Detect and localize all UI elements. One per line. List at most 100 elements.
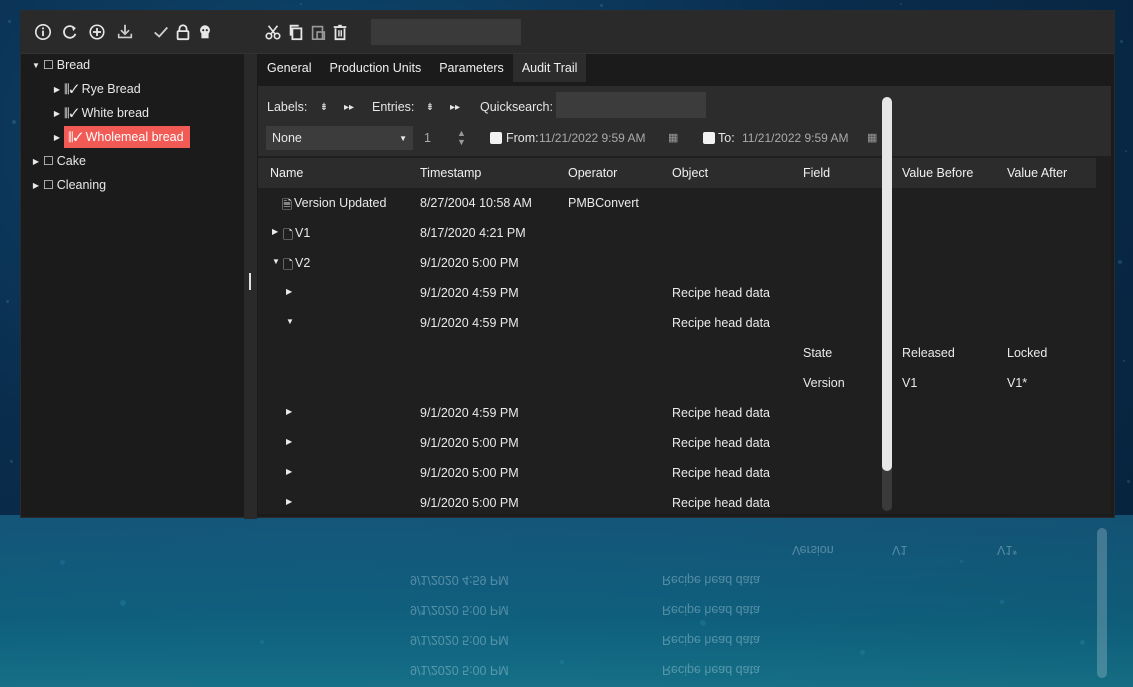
lock-icon[interactable] xyxy=(171,20,195,44)
table-row[interactable]: ▶ 9/1/2020 5:00 PM Recipe head data xyxy=(258,488,1096,514)
cut-icon[interactable] xyxy=(261,20,285,44)
expanded-caret-icon[interactable]: ▼ xyxy=(272,257,280,266)
column-header-object[interactable]: Object xyxy=(672,166,708,180)
delete-icon[interactable] xyxy=(328,20,352,44)
collapsed-caret-icon[interactable]: ▶ xyxy=(50,109,64,118)
to-checkbox[interactable] xyxy=(703,132,715,144)
to-label: To: xyxy=(718,131,735,145)
collapsed-caret-icon[interactable]: ▶ xyxy=(286,287,292,296)
column-header-operator[interactable]: Operator xyxy=(568,166,617,180)
entries-expand-icon[interactable]: ⇟ xyxy=(421,98,439,116)
tree-item-label: Cake xyxy=(56,154,86,168)
collapsed-caret-icon[interactable]: ▶ xyxy=(29,181,43,190)
add-circle-icon[interactable] xyxy=(85,20,109,44)
tree-item-label: White bread xyxy=(81,106,149,120)
tree-item-rye-bread[interactable]: ▶ ⫼✓ Rye Bread xyxy=(50,78,141,100)
cell-name: V2 xyxy=(295,256,311,270)
background-speckle xyxy=(1123,360,1125,362)
calendar-icon[interactable]: ▦ xyxy=(867,131,877,144)
column-header-field[interactable]: Field xyxy=(803,166,830,180)
table-row[interactable]: ▶ 9/1/2020 5:00 PM Recipe head data xyxy=(258,458,1096,488)
user-icon[interactable] xyxy=(193,20,217,44)
calendar-icon[interactable]: ▦ xyxy=(668,131,678,144)
refresh-icon[interactable] xyxy=(58,20,82,44)
stepper-value: 1 xyxy=(424,131,431,145)
column-header-value-after[interactable]: Value After xyxy=(1007,166,1067,180)
column-header-timestamp[interactable]: Timestamp xyxy=(420,166,481,180)
tree-item-bread[interactable]: ▼ ☐ Bread xyxy=(29,54,90,76)
copy-icon[interactable] xyxy=(284,20,308,44)
tab-production-units[interactable]: Production Units xyxy=(320,54,430,82)
background-speckle xyxy=(300,3,302,5)
filter-select[interactable]: None ▼ xyxy=(266,126,413,150)
cell-object: Recipe head data xyxy=(672,466,770,480)
check-icon[interactable] xyxy=(149,20,173,44)
collapsed-caret-icon[interactable]: ▶ xyxy=(50,133,64,142)
table-row[interactable]: ▶ 9/1/2020 4:59 PM Recipe head data xyxy=(258,398,1096,428)
collapsed-caret-icon[interactable]: ▶ xyxy=(286,437,292,446)
labels-collapse-icon[interactable]: ▸▸ xyxy=(340,98,358,116)
table-row[interactable]: Version V1 V1* xyxy=(258,368,1096,398)
tab-bar: General Production Units Parameters Audi… xyxy=(258,54,1114,82)
cell-timestamp: 9/1/2020 4:59 PM xyxy=(420,406,519,420)
table-row[interactable]: State Released Locked xyxy=(258,338,1096,368)
cell-timestamp: 8/17/2020 4:21 PM xyxy=(420,226,526,240)
paste-icon[interactable] xyxy=(306,20,330,44)
from-checkbox[interactable] xyxy=(490,132,502,144)
tree-item-cake[interactable]: ▶ ☐ Cake xyxy=(29,150,86,172)
column-header-name[interactable]: Name xyxy=(270,166,303,180)
collapsed-caret-icon[interactable]: ▶ xyxy=(286,407,292,416)
collapsed-caret-icon[interactable]: ▶ xyxy=(272,227,278,236)
table-row[interactable]: ▶ 9/1/2020 5:00 PM Recipe head data xyxy=(258,428,1096,458)
table-row[interactable]: ▼ 🗋 V2 9/1/2020 5:00 PM xyxy=(258,248,1096,278)
cell-timestamp: 9/1/2020 4:59 PM xyxy=(420,286,519,300)
to-date-input[interactable]: 11/21/2022 9:59 AM xyxy=(742,131,849,145)
download-icon[interactable] xyxy=(113,20,137,44)
expanded-caret-icon[interactable]: ▼ xyxy=(286,317,294,326)
cell-name: Version Updated xyxy=(294,196,387,210)
recipe-checked-icon: ⫼✓ xyxy=(64,105,79,120)
table-row[interactable]: ▶ 🗋 V1 8/17/2020 4:21 PM xyxy=(258,218,1096,248)
edit-document-icon: 🗎 xyxy=(282,198,293,212)
labels-label: Labels: xyxy=(267,100,308,114)
grid-scrollbar-thumb[interactable] xyxy=(882,97,892,471)
tab-audit-trail[interactable]: Audit Trail xyxy=(512,54,587,82)
collapsed-caret-icon[interactable]: ▶ xyxy=(286,467,292,476)
table-row[interactable]: ▶ 9/1/2020 4:59 PM Recipe head data xyxy=(258,278,1096,308)
cell-field: State xyxy=(803,346,833,360)
tab-parameters[interactable]: Parameters xyxy=(430,54,513,82)
count-stepper[interactable]: 1 ▲ ▼ xyxy=(416,126,476,150)
cell-timestamp: 9/1/2020 5:00 PM xyxy=(420,256,519,270)
entries-collapse-icon[interactable]: ▸▸ xyxy=(446,98,464,116)
collapsed-caret-icon[interactable]: ▶ xyxy=(50,85,64,94)
tree-item-wholemeal-bread[interactable]: ▶ ⫼✓ Wholemeal bread xyxy=(50,126,190,148)
splitter-grip[interactable] xyxy=(249,273,251,290)
tab-general[interactable]: General xyxy=(258,54,320,82)
column-header-value-before[interactable]: Value Before xyxy=(902,166,973,180)
from-date-input[interactable]: 11/21/2022 9:59 AM xyxy=(539,131,646,145)
tree-item-label: Bread xyxy=(56,58,91,72)
table-row[interactable]: ▼ 9/1/2020 4:59 PM Recipe head data xyxy=(258,308,1096,338)
reflection-rows: 9/1/2020 5:00 PM Recipe head data 9/1/202… xyxy=(260,525,1110,685)
toolbar-search-input[interactable] xyxy=(371,19,521,45)
collapsed-caret-icon[interactable]: ▶ xyxy=(29,157,43,166)
background-speckle xyxy=(1125,150,1127,152)
expanded-caret-icon[interactable]: ▼ xyxy=(29,61,43,70)
labels-expand-icon[interactable]: ⇟ xyxy=(315,98,333,116)
info-icon[interactable] xyxy=(31,20,55,44)
background-speckle xyxy=(1127,480,1130,483)
selected-highlight[interactable]: ⫼✓ Wholemeal bread xyxy=(64,126,190,148)
collapsed-caret-icon[interactable]: ▶ xyxy=(286,497,292,506)
tree-item-white-bread[interactable]: ▶ ⫼✓ White bread xyxy=(50,102,149,124)
folder-icon: ☐ xyxy=(43,58,54,72)
reflection-before: V1 xyxy=(892,543,908,557)
stepper-arrows-icon[interactable]: ▲ ▼ xyxy=(457,129,466,147)
tree-item-cleaning[interactable]: ▶ ☐ Cleaning xyxy=(29,174,106,196)
quicksearch-input[interactable] xyxy=(556,92,706,118)
table-row[interactable]: 🗎 Version Updated 8/27/2004 10:58 AM PMB… xyxy=(258,188,1096,218)
reflection-row: Version V1 V1* xyxy=(260,535,1110,565)
cell-object: Recipe head data xyxy=(672,496,770,510)
cell-value-before: V1 xyxy=(902,376,918,390)
cell-timestamp: 9/1/2020 5:00 PM xyxy=(420,496,519,510)
reflection-object: Recipe head data xyxy=(662,663,760,677)
